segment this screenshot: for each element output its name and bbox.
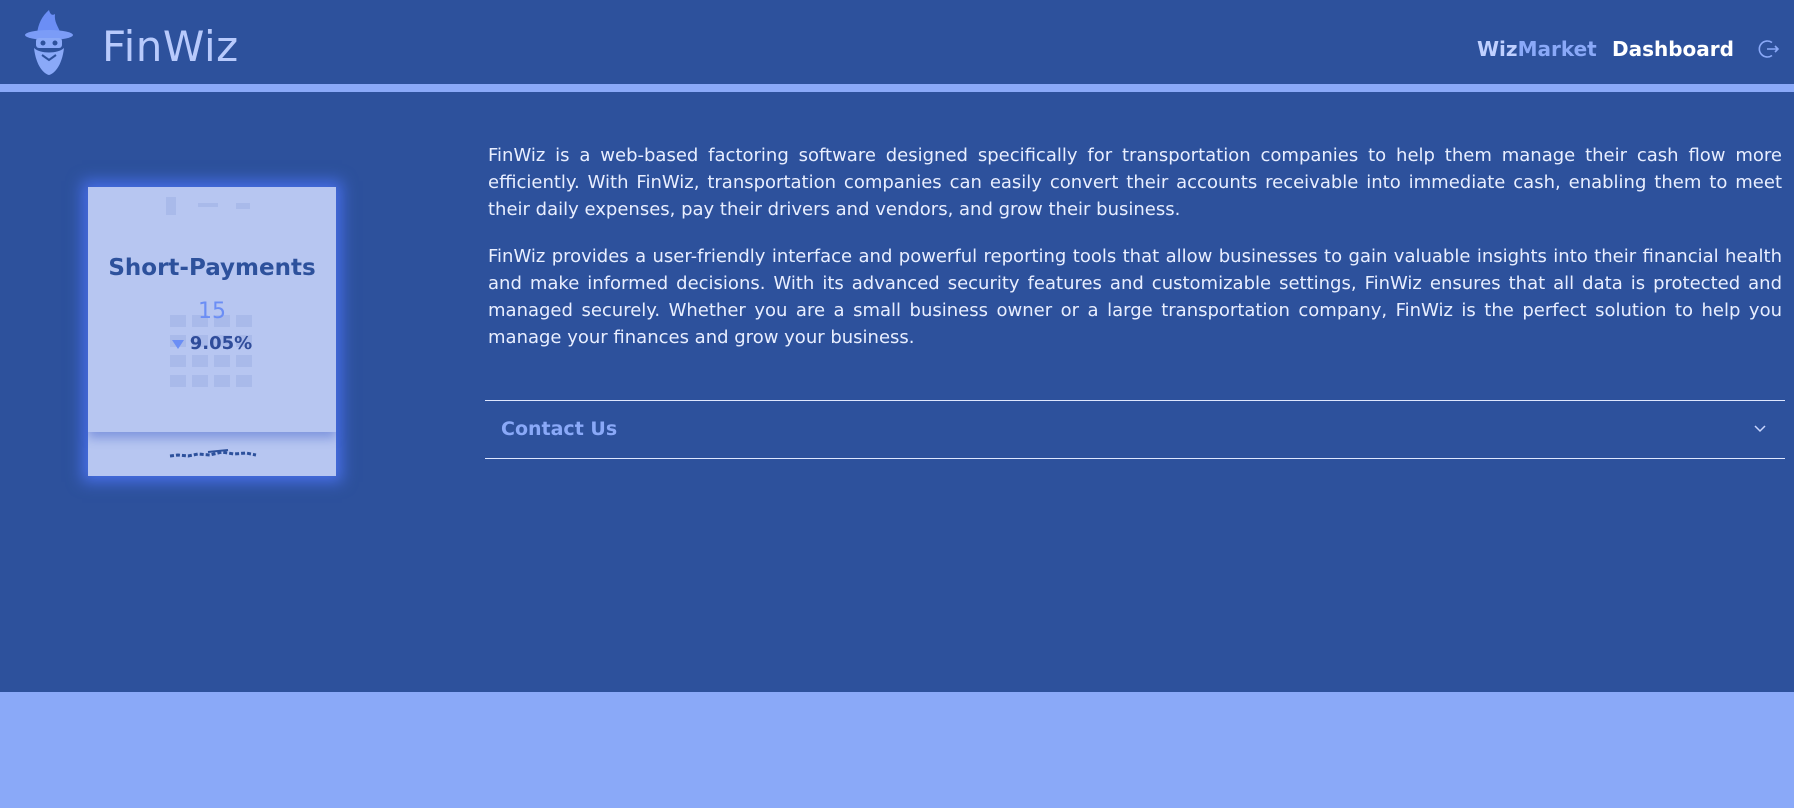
logout-icon[interactable]: [1758, 38, 1780, 60]
header-divider: [0, 84, 1794, 92]
footer: [0, 692, 1794, 808]
nav-wizmarket-suffix: Market: [1517, 37, 1597, 61]
card-change-value: 9.05%: [189, 333, 253, 354]
brand-name: FinWiz: [102, 22, 239, 71]
short-payments-card[interactable]: Short-Payments 15 9.05%: [88, 187, 336, 476]
card-footer-art: [169, 449, 257, 458]
about-section: FinWiz is a web-based factoring software…: [488, 142, 1782, 371]
card-face: Short-Payments 15 9.05%: [88, 187, 336, 432]
chevron-down-icon[interactable]: [1753, 423, 1767, 435]
card-change: 9.05%: [88, 333, 336, 354]
contact-us-label: Contact Us: [501, 418, 618, 440]
card-value: 15: [198, 299, 226, 324]
nav-dashboard-link[interactable]: Dashboard: [1612, 37, 1734, 61]
about-paragraph-1: FinWiz is a web-based factoring software…: [488, 145, 1782, 220]
trend-down-icon: [171, 339, 184, 349]
wizard-logo-icon[interactable]: [24, 8, 74, 76]
about-paragraph-2: FinWiz provides a user-friendly interfac…: [488, 246, 1782, 348]
top-navbar: FinWiz WizMarket Dashboard: [0, 0, 1794, 84]
nav-wizmarket-link[interactable]: WizMarket: [1477, 37, 1597, 61]
card-title: Short-Payments: [108, 255, 316, 281]
nav-wizmarket-prefix: Wiz: [1477, 37, 1518, 61]
card-toolbar-art: [166, 197, 250, 215]
contact-us-accordion[interactable]: Contact Us: [485, 400, 1785, 459]
